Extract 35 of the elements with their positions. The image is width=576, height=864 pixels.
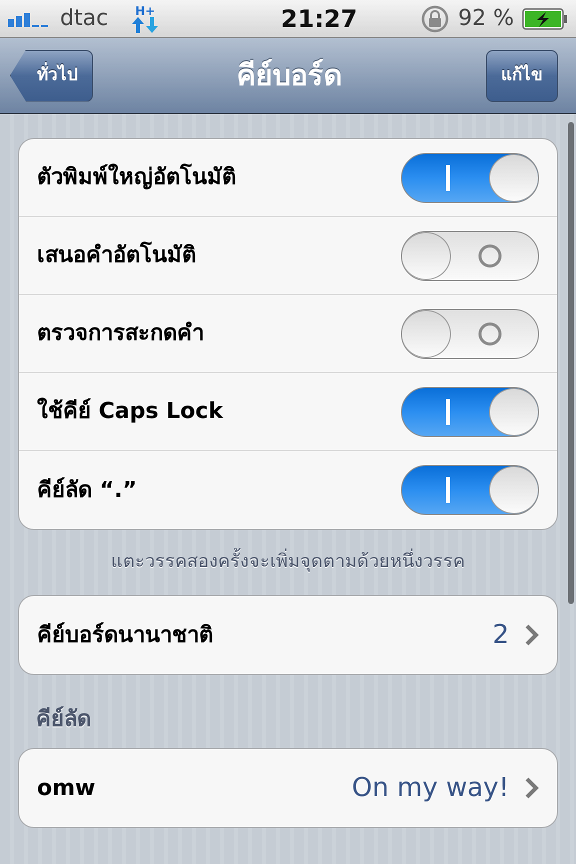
list-row[interactable]: คีย์บอร์ดนานาชาติ 2: [19, 596, 557, 674]
on-mark-icon: [446, 398, 450, 424]
rotation-lock-icon: [420, 4, 450, 34]
shortcut-phrase: On my way!: [352, 772, 509, 804]
setting-label: คีย์ลัด “.”: [37, 476, 137, 504]
chevron-icon: [525, 624, 539, 646]
network-type: H+: [135, 4, 156, 16]
battery-charging-icon: [522, 8, 568, 30]
chevron-icon: [525, 777, 539, 799]
off-mark-icon: [478, 244, 502, 268]
data-arrows-icon: [132, 16, 158, 32]
shortcut-label: omw: [37, 774, 96, 802]
setting-label: ตรวจการสะกดคำ: [37, 320, 204, 348]
status-time: 21:27: [280, 4, 358, 34]
off-mark-icon: [478, 322, 502, 346]
edit-button[interactable]: แก้ไข: [486, 50, 558, 102]
battery-percentage: 92 %: [458, 5, 514, 33]
footer-note: แตะวรรคสองครั้งจะเพิ่มจุดตามด้วยหนึ่งวรรค: [0, 530, 576, 595]
toggle-switch[interactable]: [401, 386, 539, 436]
setting-value: 2: [492, 618, 509, 652]
setting-label: ตัวพิมพ์ใหญ่อัตโนมัติ: [37, 162, 236, 192]
section-header: คีย์ลัด: [35, 705, 92, 734]
setting-label: คีย์บอร์ดนานาชาติ: [37, 621, 213, 650]
carrier-name: dtac: [60, 5, 108, 33]
setting-label: ใช้คีย์ Caps Lock: [37, 396, 223, 426]
on-mark-icon: [446, 164, 450, 190]
list-row[interactable]: omw On my way!: [19, 749, 557, 827]
toggle-switch[interactable]: [401, 308, 539, 358]
screen-title: คีย์บอร์ด: [236, 56, 342, 94]
toggle-switch[interactable]: [401, 230, 539, 280]
setting-label: เสนอคำอัตโนมัติ: [37, 240, 196, 270]
back-button[interactable]: ทั่วไป: [10, 50, 93, 102]
toggle-switch[interactable]: [401, 152, 539, 202]
toggle-switch[interactable]: [401, 465, 539, 515]
on-mark-icon: [446, 477, 450, 503]
